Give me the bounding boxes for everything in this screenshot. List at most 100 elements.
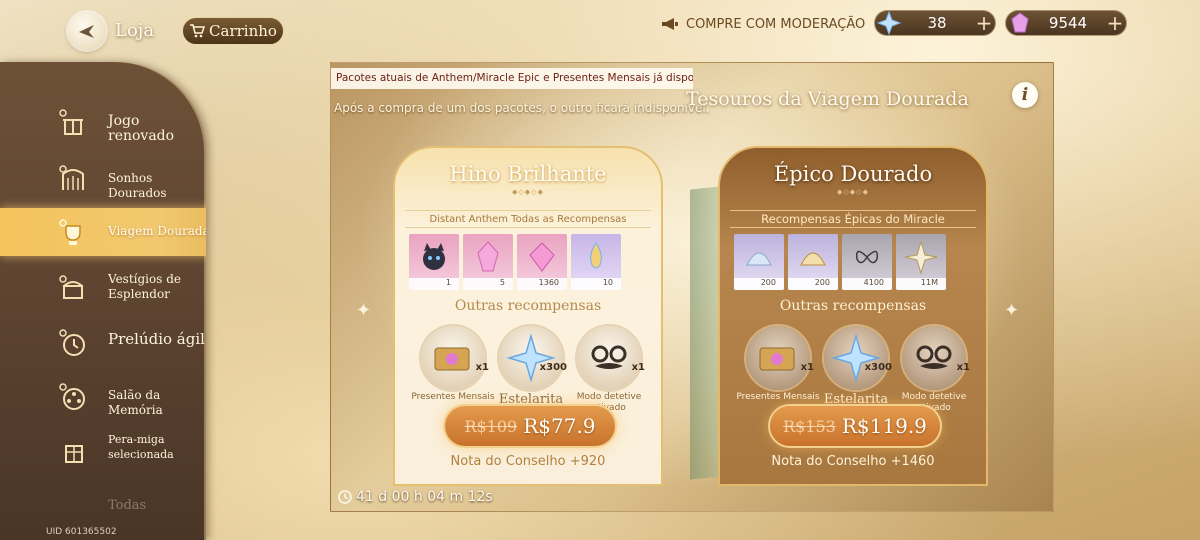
reward-qty: 4100: [842, 278, 892, 290]
cart-label: Carrinho: [209, 22, 277, 40]
sparkle-icon: ✦: [1004, 300, 1020, 321]
gift-stack-icon: [56, 434, 90, 468]
other-reward-detective-mode[interactable]: x1 Modo detetive ativado: [902, 326, 970, 413]
sidebar-item-label: Prelúdio ágil: [108, 330, 205, 348]
purchase-warning: Após a compra de um dos pacotes, o outro…: [334, 101, 710, 115]
package-card-hino-brilhante[interactable]: Hino Brilhante ◆◇◆◇◆ Distant Anthem Toda…: [393, 146, 663, 486]
package-title: Hino Brilhante: [449, 162, 607, 186]
other-reward-label: Estelarita: [498, 392, 564, 407]
page-title: Loja: [115, 20, 155, 41]
reward-item[interactable]: 5: [463, 234, 513, 290]
clock-icon: [338, 490, 352, 504]
sidebar-item-label: Pera-miga selecionada: [108, 433, 174, 461]
buy-button-hino-brilhante[interactable]: R$109 R$77.9: [445, 406, 615, 446]
package-card-epico-dourado[interactable]: Épico Dourado ◆◇◆◇◆ Recompensas Épicas d…: [718, 146, 988, 486]
sidebar-item-label: Jogo renovado: [108, 113, 175, 144]
other-rewards-header: Outras recompensas: [454, 298, 602, 314]
ribbon-decoration: [690, 186, 720, 480]
bird-back-icon: [79, 25, 94, 38]
sidebar-item-salao-da-memoria[interactable]: Salão da Memória: [0, 372, 206, 420]
reward-qty: 11M: [896, 278, 946, 290]
reward-qty: 200: [788, 278, 838, 290]
rewards-section-header: Recompensas Épicas do Miracle: [730, 210, 976, 228]
package-subtitle-decoration: ◆◇◆◇◆: [837, 188, 869, 196]
reward-qty: x1: [475, 362, 489, 373]
rewards-section-header: Distant Anthem Todas as Recompensas: [405, 210, 651, 228]
film-reel-icon: [56, 380, 90, 414]
stellarite-icon: [831, 333, 881, 383]
event-title: Tesouros da Viagem Dourada: [686, 88, 969, 110]
ticket-card-icon: [434, 347, 470, 371]
cart-button[interactable]: Carrinho: [182, 17, 284, 45]
reward-item[interactable]: 4100: [842, 234, 892, 290]
ribbon-bow-icon: [855, 250, 879, 264]
original-price: R$153: [783, 416, 836, 436]
reward-qty: 200: [734, 278, 784, 290]
reward-list: 1 5 1360 10: [409, 234, 621, 292]
other-rewards-list: x1 Presentes Mensais x300 Estelarita x1 …: [411, 326, 645, 413]
reward-item[interactable]: 1: [409, 234, 459, 290]
currency-stellarite: 38 +: [874, 10, 996, 36]
announcement-banner: Pacotes atuais de Anthem/Miracle Epic e …: [331, 68, 693, 89]
other-reward-label: Estelarita: [823, 392, 889, 407]
council-note: Nota do Conselho +1460: [771, 454, 935, 469]
original-price: R$109: [464, 416, 518, 436]
reward-item[interactable]: 200: [788, 234, 838, 290]
reward-item[interactable]: 10: [571, 234, 621, 290]
gem-count: 9544: [1048, 14, 1088, 32]
mustache-glasses-icon: [916, 345, 952, 369]
other-reward-label: Presentes Mensais: [411, 392, 495, 402]
other-reward-detective-mode[interactable]: x1 Modo detetive ativado: [577, 326, 645, 413]
reward-qty: 1: [409, 278, 459, 290]
buy-button-epico-dourado[interactable]: R$153 R$119.9: [770, 406, 940, 446]
moderation-text: COMPRE COM MODERAÇÃO: [686, 16, 866, 32]
other-rewards-list: x1 Presentes Mensais x300 Estelarita x1 …: [736, 326, 970, 413]
reward-item[interactable]: 11M: [896, 234, 946, 290]
sidebar-item-viagem-dourada[interactable]: Viagem Dourada: [0, 208, 206, 256]
other-rewards-header: Outras recompensas: [779, 298, 927, 314]
reward-item[interactable]: 1360: [517, 234, 567, 290]
back-button[interactable]: [68, 12, 106, 50]
sale-price: R$119.9: [841, 414, 927, 438]
gift-box-icon: [56, 106, 90, 140]
countdown-text: 41 d 00 h 04 m 12s: [356, 489, 493, 505]
reward-item[interactable]: 200: [734, 234, 784, 290]
countdown-timer: 41 d 00 h 04 m 12s: [338, 489, 493, 505]
gate-icon: [56, 162, 90, 196]
sidebar-item-sonhos-dourados[interactable]: Sonhos Dourados: [0, 154, 206, 202]
other-reward-stellarite[interactable]: x300 Estelarita: [824, 326, 892, 406]
sidebar-item-pera-miga[interactable]: Pera-miga selecionada: [0, 426, 206, 474]
reward-list: 200 200 4100 11M: [734, 234, 946, 292]
golden-flame-icon: [590, 242, 602, 269]
sidebar-item-preludio-agil[interactable]: Prelúdio ágil: [0, 318, 206, 366]
sidebar-item-label: Sonhos Dourados: [108, 171, 167, 200]
other-reward-stellarite[interactable]: x300 Estelarita: [499, 326, 567, 406]
add-stellarite-button[interactable]: +: [973, 11, 995, 35]
reward-qty: x300: [539, 362, 567, 373]
sidebar-item-label: Vestígios de Esplendor: [108, 272, 181, 301]
reward-qty: x1: [956, 362, 970, 373]
reward-qty: 10: [571, 278, 621, 290]
gem-icon: [1011, 12, 1029, 33]
ticket-card-icon: [759, 347, 795, 371]
uid-label: UID 601365502: [46, 527, 117, 537]
add-gem-button[interactable]: +: [1104, 11, 1126, 35]
stellarite-icon: [877, 11, 901, 35]
sidebar-item-todas[interactable]: Todas: [0, 482, 206, 530]
other-reward-label: Presentes Mensais: [736, 392, 820, 402]
other-reward-monthly-gifts[interactable]: x1 Presentes Mensais: [411, 326, 495, 402]
other-reward-monthly-gifts[interactable]: x1 Presentes Mensais: [736, 326, 820, 402]
info-button[interactable]: i: [1012, 82, 1038, 108]
stellarite-icon: [506, 333, 556, 383]
golden-shell-icon: [800, 252, 826, 266]
sidebar: Jogo renovado Sonhos Dourados Viagem Dou…: [0, 62, 206, 540]
cat-companion-icon: [423, 243, 445, 270]
clock-badge-icon: [56, 326, 90, 360]
reward-qty: x1: [631, 362, 645, 373]
megaphone-icon: [662, 18, 678, 30]
sidebar-item-vestigios-de-esplendor[interactable]: Vestígios de Esplendor: [0, 264, 206, 312]
reward-qty: x300: [864, 362, 892, 373]
reward-qty: 5: [463, 278, 513, 290]
sidebar-item-label: Salão da Memória: [108, 388, 163, 417]
sidebar-item-jogo-renovado[interactable]: Jogo renovado: [0, 98, 206, 146]
